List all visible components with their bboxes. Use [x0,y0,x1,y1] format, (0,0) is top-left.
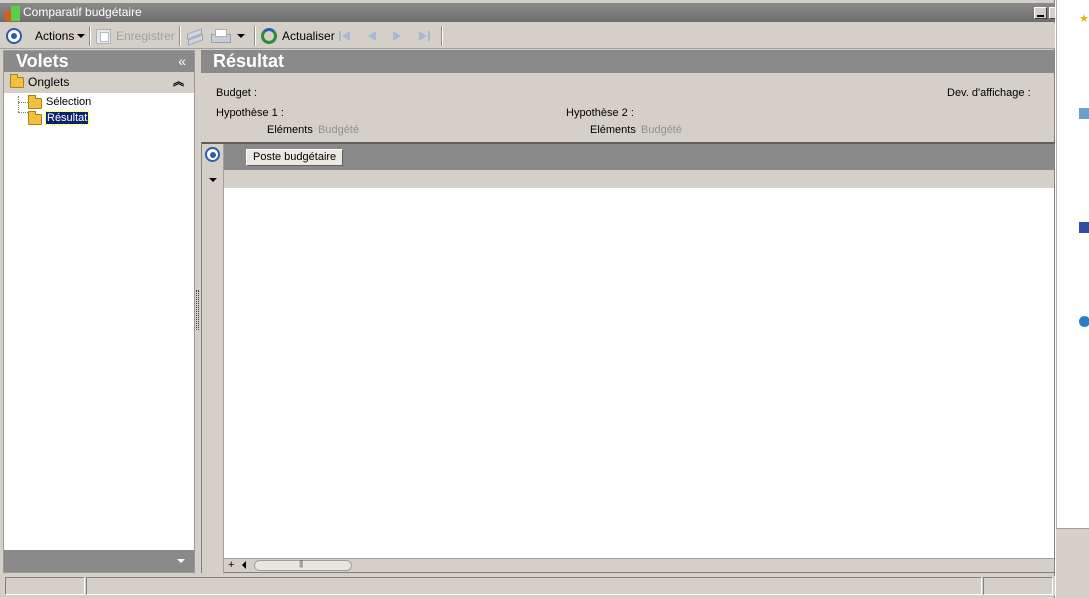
toolbar-separator [179,26,181,46]
status-bar [3,576,1055,596]
hypothesis2-label: Hypothèse 2 : [566,107,634,119]
status-cell [5,577,85,595]
star-icon: ★ [1079,13,1089,25]
background-window-footer [1056,528,1089,598]
app-icon [5,6,20,21]
status-cell [983,577,1053,595]
grid-subheader [224,170,1054,188]
elements2-label: Eléments [590,124,636,136]
minimize-button[interactable] [1034,7,1047,19]
toolbar: Actions Enregistrer Actualiser [0,23,1055,49]
chevron-down-icon[interactable] [209,178,217,182]
open-folder-icon [28,111,42,125]
grid-options-icon[interactable] [205,147,220,162]
application-window: Comparatif budgétaire Actions Enregistre… [0,0,1055,598]
sync-icon [186,28,202,44]
refresh-label: Actualiser [282,29,335,43]
panel-splitter[interactable] [196,290,199,330]
next-record-button[interactable] [389,26,405,46]
next-icon [389,29,405,43]
elements1-label: Eléments [267,124,313,136]
collapse-panel-button[interactable]: « [178,51,186,72]
print-icon [211,29,231,43]
globe-icon [1079,316,1089,327]
maximize-button[interactable] [1049,7,1055,19]
grid-horizontal-scrollbar[interactable]: + [224,558,1054,572]
previous-record-button[interactable] [364,26,380,46]
side-panel-header: Volets « [4,51,194,72]
main-panel-header: Résultat [201,50,1055,73]
tree-item-label: Sélection [46,96,92,108]
main-panel: Résultat Budget : Dev. d'affichage : Hyp… [201,50,1055,575]
actions-label: Actions [35,29,75,43]
chevron-up-icon[interactable]: ︽ [173,72,184,93]
save-icon [96,28,111,44]
tree-item-selection[interactable]: Sélection [26,95,91,110]
tree-item-label: Résultat [44,111,90,125]
app-icon [1079,222,1089,233]
actions-icon [6,28,22,44]
tabs-group-label: Onglets [28,75,70,89]
side-panel: Volets « Onglets ︽ Sélection Résultat [3,50,195,573]
side-panel-footer[interactable] [4,550,194,572]
window-title: Comparatif budgétaire [23,5,142,19]
background-window-edge: ★ [1056,0,1089,598]
scrollbar-thumb[interactable] [254,559,352,571]
first-icon [338,29,354,43]
tabs-tree: Sélection Résultat [4,93,194,493]
folder-icon [10,74,24,88]
scroll-left-arrow-icon[interactable] [242,561,246,569]
page-title: Résultat [213,51,285,71]
tree-item-result[interactable]: Résultat [26,111,90,126]
prev-icon [364,29,380,43]
column-field-button[interactable]: Poste budgétaire [246,149,344,166]
grid-side-bar [202,144,224,573]
display-currency-label: Dev. d'affichage : [947,87,1031,99]
save-label: Enregistrer [116,29,175,43]
refresh-button[interactable]: Actualiser [261,26,335,46]
refresh-icon [261,28,277,44]
chevron-down-icon [77,34,86,38]
status-cell [86,577,982,595]
budget-label: Budget : [216,87,257,99]
save-button[interactable]: Enregistrer [96,26,175,46]
chevron-down-icon [237,34,245,38]
app-icon [1079,108,1089,119]
folder-icon [28,95,42,109]
toolbar-separator [441,26,443,46]
toolbar-separator [254,26,256,46]
sync-button[interactable] [186,26,202,46]
toolbar-separator [89,26,91,46]
elements1-value[interactable]: Budgété [318,124,359,136]
pivot-grid: Poste budgétaire + [201,142,1055,573]
chevron-down-icon [177,559,185,563]
title-bar[interactable]: Comparatif budgétaire [0,3,1055,22]
first-record-button[interactable] [338,26,354,46]
last-icon [415,29,431,43]
tabs-group-header[interactable]: Onglets ︽ [4,72,194,93]
actions-menu-button[interactable]: Actions [6,26,86,46]
tree-connector [18,96,19,112]
side-panel-title: Volets [16,51,69,71]
last-record-button[interactable] [415,26,431,46]
grid-header: Poste budgétaire [224,144,1054,170]
hypothesis1-label: Hypothèse 1 : [216,107,284,119]
print-button[interactable] [211,26,245,46]
expand-button[interactable]: + [228,560,234,571]
elements2-value[interactable]: Budgété [641,124,682,136]
